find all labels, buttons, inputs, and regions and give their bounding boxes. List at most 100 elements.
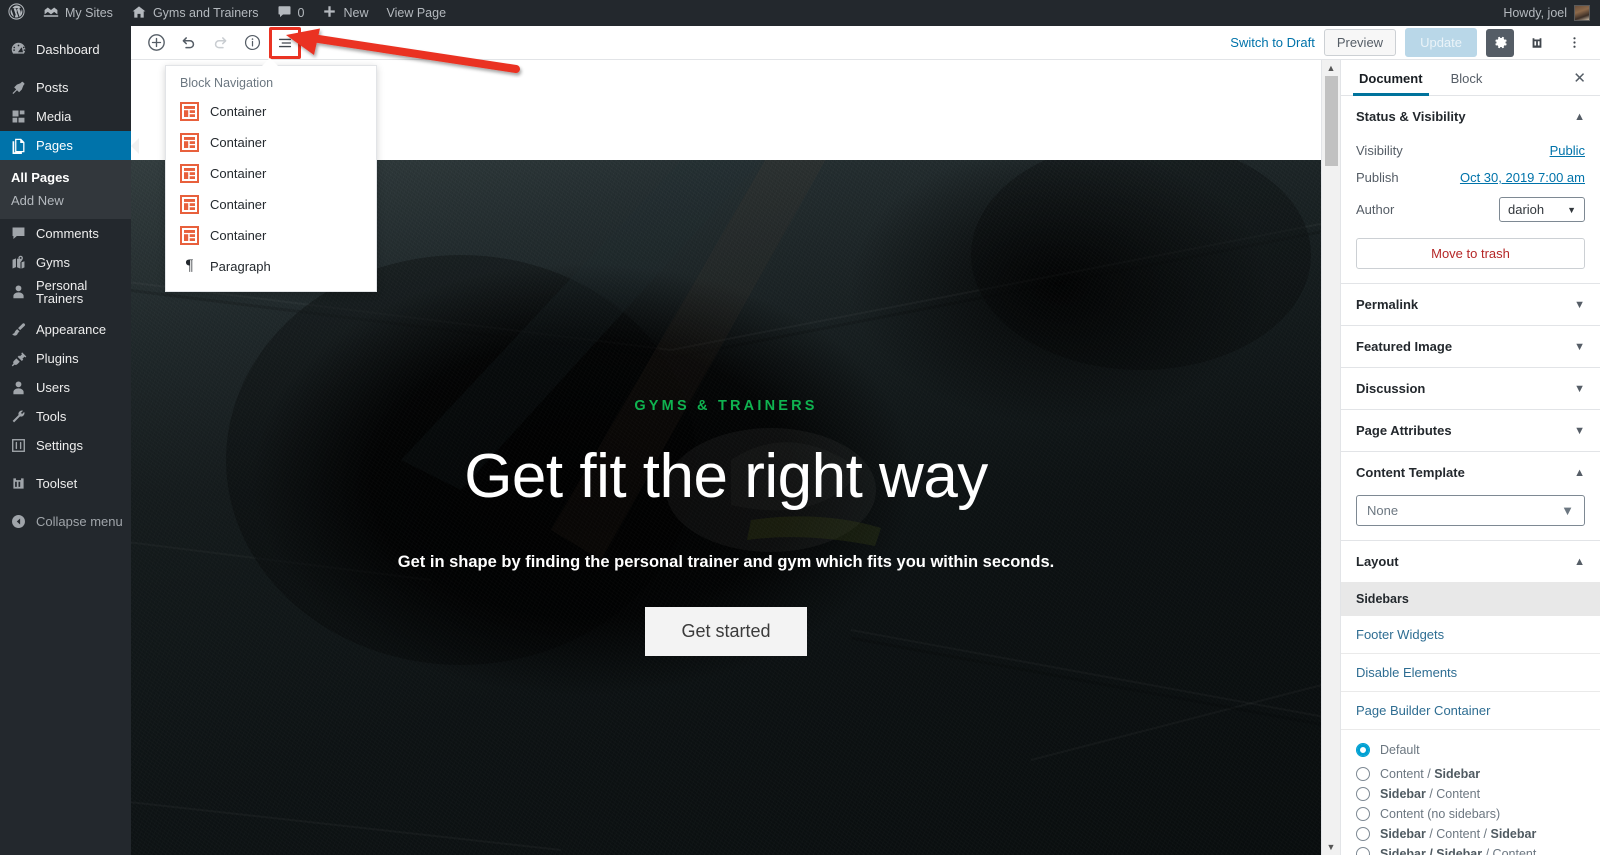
sidebar-item-gyms[interactable]: Gyms: [0, 248, 131, 277]
radio-label: Sidebar / Sidebar / Content: [1380, 847, 1537, 855]
radio-sidebar-sidebar-content[interactable]: Sidebar / Sidebar / Content: [1356, 844, 1585, 855]
new-content-menu[interactable]: New: [313, 0, 377, 26]
preview-button[interactable]: Preview: [1323, 29, 1397, 56]
sidebar-item-settings[interactable]: Settings: [0, 431, 131, 460]
hero-title[interactable]: Get fit the right way: [131, 442, 1321, 511]
view-page-link[interactable]: View Page: [378, 0, 456, 26]
block-nav-item[interactable]: Container: [166, 96, 376, 127]
wordpress-logo-icon: [8, 3, 25, 23]
block-nav-item[interactable]: Container: [166, 189, 376, 220]
sidebar-item-collapse-menu[interactable]: Collapse menu: [0, 507, 131, 536]
chevron-up-icon: ▲: [1574, 466, 1585, 479]
panel-header[interactable]: Page Attributes ▼: [1341, 410, 1600, 451]
panel-header[interactable]: Discussion ▼: [1341, 368, 1600, 409]
panel-header[interactable]: Featured Image ▼: [1341, 326, 1600, 367]
sidebar-item-users[interactable]: Users: [0, 373, 131, 402]
sidebar-item-tools[interactable]: Tools: [0, 402, 131, 431]
account-area[interactable]: Howdy, joel: [1503, 5, 1600, 21]
radio-indicator: [1356, 807, 1370, 821]
editor-scrollbar[interactable]: ▲ ▼: [1321, 60, 1340, 855]
more-options-button[interactable]: [1560, 29, 1588, 57]
sidebar-item-dashboard[interactable]: Dashboard: [0, 35, 131, 64]
undo-button[interactable]: [173, 28, 203, 58]
link-disable-elements[interactable]: Disable Elements: [1341, 654, 1600, 692]
radio-content-sidebar[interactable]: Content / Sidebar: [1356, 764, 1585, 784]
radio-default[interactable]: Default: [1356, 740, 1585, 764]
panel-header[interactable]: Status & Visibility ▲: [1341, 96, 1600, 137]
switch-to-draft-link[interactable]: Switch to Draft: [1230, 35, 1315, 50]
link-footer-widgets[interactable]: Footer Widgets: [1341, 616, 1600, 654]
new-label: New: [343, 6, 369, 20]
tab-document[interactable]: Document: [1345, 61, 1437, 96]
container-block-icon: [180, 164, 199, 183]
panel-header[interactable]: Layout ▲: [1341, 541, 1600, 582]
radio-sidebar-content-sidebar[interactable]: Sidebar / Content / Sidebar: [1356, 824, 1585, 844]
hero-subtitle[interactable]: Get in shape by finding the personal tra…: [131, 553, 1321, 572]
visibility-value-link[interactable]: Public: [1550, 143, 1585, 158]
radio-indicator: [1356, 743, 1370, 757]
sidebar-item-label: Toolset: [36, 476, 78, 491]
content-info-button[interactable]: [237, 28, 267, 58]
block-navigation-title: Block Navigation: [180, 76, 274, 90]
tab-block[interactable]: Block: [1437, 61, 1497, 95]
block-nav-item[interactable]: Container: [166, 127, 376, 158]
sidebar-item-posts[interactable]: Posts: [0, 73, 131, 102]
scrollbar-thumb[interactable]: [1324, 76, 1338, 166]
scroll-up-icon[interactable]: ▲: [1327, 60, 1336, 76]
redo-button[interactable]: [205, 28, 235, 58]
author-select[interactable]: darioh ▼: [1499, 197, 1585, 222]
sidebar-item-toolset[interactable]: Toolset: [0, 469, 131, 498]
wordpress-logo-button[interactable]: [0, 0, 34, 26]
author-select-value: darioh: [1508, 202, 1545, 217]
row-publish: Publish Oct 30, 2019 7:00 am: [1356, 164, 1585, 191]
scrollbar-track[interactable]: [1324, 76, 1338, 839]
settings-toggle-button[interactable]: [1486, 28, 1514, 57]
info-circle-icon: [244, 34, 260, 51]
radio-content-no-sidebars[interactable]: Content (no sidebars): [1356, 804, 1585, 824]
publish-value-link[interactable]: Oct 30, 2019 7:00 am: [1460, 170, 1585, 185]
sidebar-item-personal-trainers[interactable]: Personal Trainers: [0, 277, 131, 306]
sidebar-item-appearance[interactable]: Appearance: [0, 315, 131, 344]
menu-spacer: [0, 306, 131, 315]
site-name-menu[interactable]: Gyms and Trainers: [122, 0, 268, 26]
author-label: Author: [1356, 202, 1395, 217]
close-icon[interactable]: ✕: [1573, 69, 1596, 87]
site-name-label: Gyms and Trainers: [152, 6, 259, 20]
my-sites-menu[interactable]: My Sites: [34, 0, 122, 26]
radio-sidebar-content[interactable]: Sidebar / Content: [1356, 784, 1585, 804]
submenu-add-new[interactable]: Add New: [0, 189, 131, 212]
submenu-all-pages[interactable]: All Pages: [0, 166, 131, 189]
sidebar-item-plugins[interactable]: Plugins: [0, 344, 131, 373]
user-icon: [9, 283, 27, 301]
panel-header[interactable]: Permalink ▼: [1341, 284, 1600, 325]
content-template-select[interactable]: None ▼: [1356, 495, 1585, 526]
panel-layout: Layout ▲: [1341, 541, 1600, 582]
block-navigation-icon: [278, 38, 292, 47]
sidebar-item-media[interactable]: Media: [0, 102, 131, 131]
my-sites-label: My Sites: [65, 6, 113, 20]
panel-header[interactable]: Content Template ▲: [1341, 452, 1600, 493]
howdy-label: Howdy, joel: [1503, 6, 1567, 20]
scroll-down-icon[interactable]: ▼: [1327, 839, 1336, 855]
block-nav-item-label: Container: [210, 135, 267, 150]
sidebar-item-pages[interactable]: Pages: [0, 131, 139, 160]
block-nav-item[interactable]: Container: [166, 158, 376, 189]
toolset-button[interactable]: [1523, 29, 1551, 57]
document-inspector-sidebar: Document Block ✕ Status & Visibility ▲ V…: [1340, 60, 1600, 855]
add-block-button[interactable]: [141, 28, 171, 58]
link-page-builder-container[interactable]: Page Builder Container: [1341, 692, 1600, 730]
get-started-button[interactable]: Get started: [645, 607, 807, 657]
sidebar-item-comments[interactable]: Comments: [0, 219, 131, 248]
panel-title: Page Attributes: [1356, 423, 1452, 438]
pages-icon: [9, 137, 27, 155]
comments-bubble[interactable]: 0: [268, 0, 314, 26]
toolset-icon: [9, 475, 27, 493]
block-navigation-button[interactable]: [269, 26, 301, 59]
block-nav-item[interactable]: Container: [166, 220, 376, 251]
move-to-trash-button[interactable]: Move to trash: [1356, 238, 1585, 269]
block-nav-item[interactable]: ¶ Paragraph: [166, 251, 376, 281]
sidebar-item-label: Tools: [36, 409, 67, 424]
sidebar-item-label: Users: [36, 380, 70, 395]
update-button[interactable]: Update: [1405, 28, 1477, 57]
dashboard-icon: [9, 41, 27, 59]
